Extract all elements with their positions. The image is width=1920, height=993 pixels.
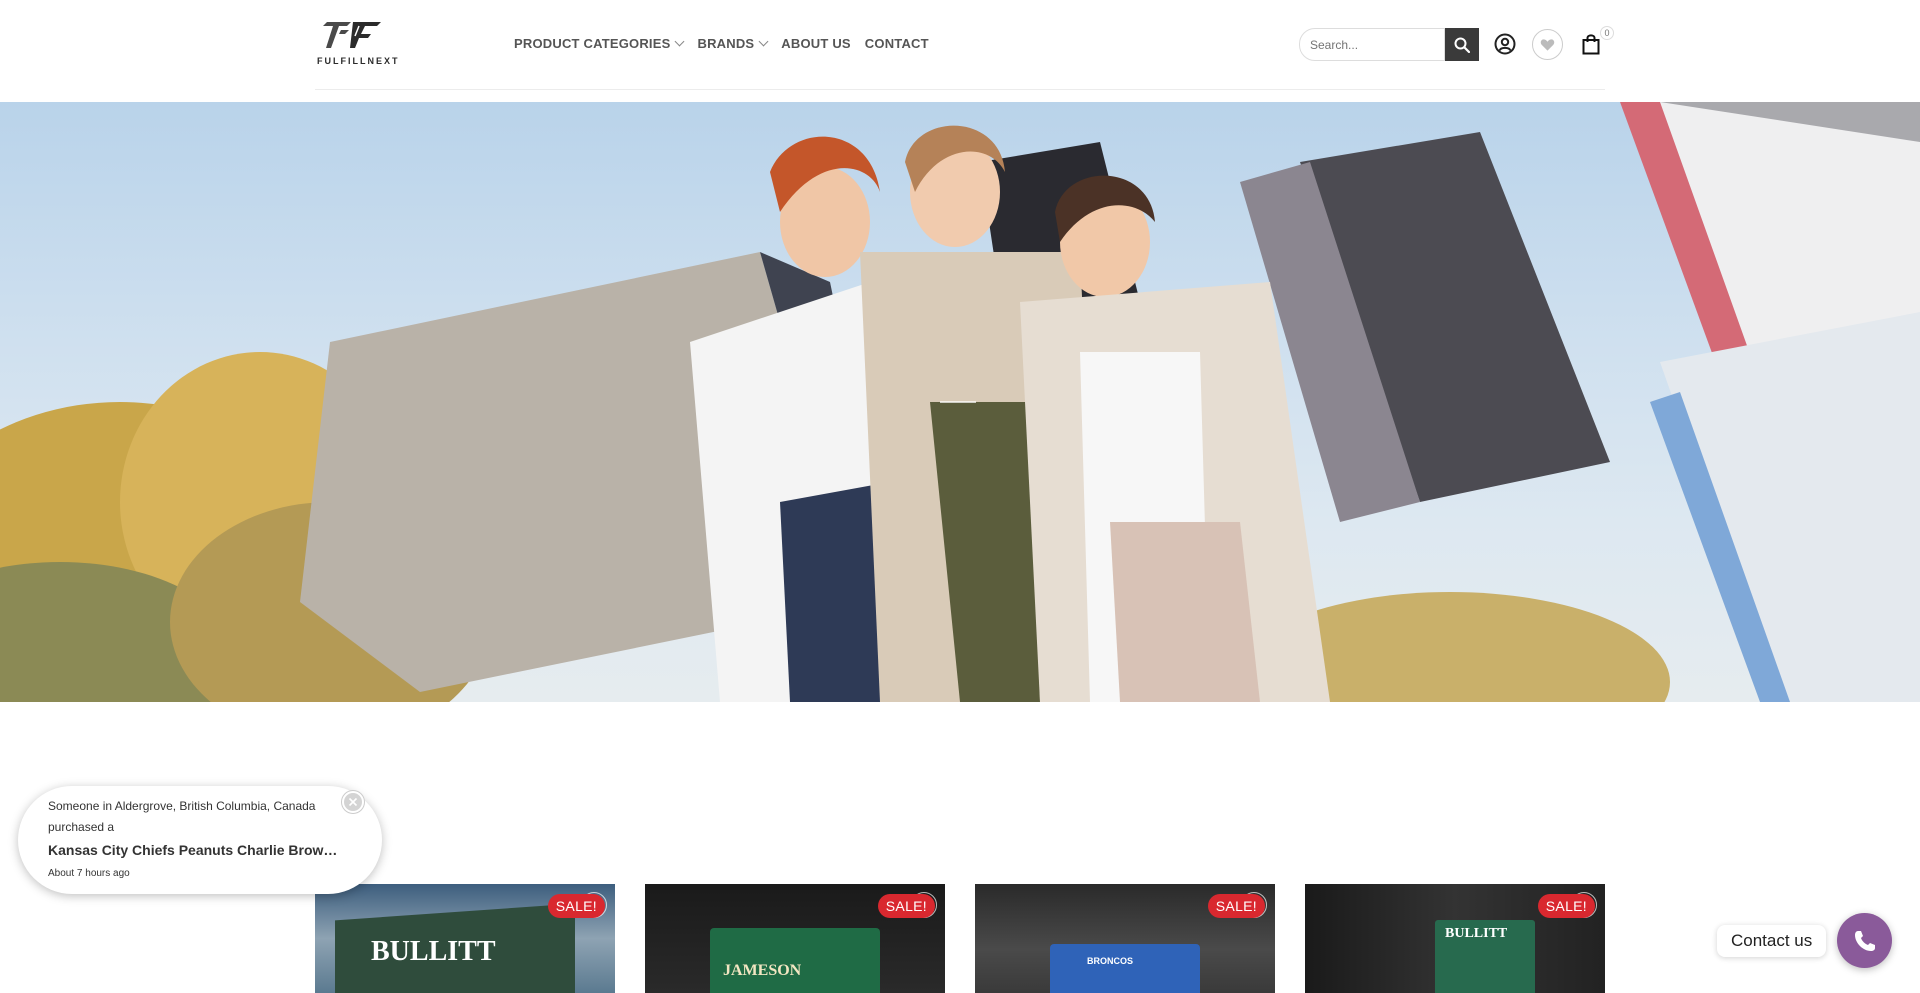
search-icon (1454, 37, 1470, 53)
nav-label: ABOUT US (781, 36, 851, 51)
logo[interactable]: FULFILLNEXT (315, 20, 405, 68)
search-form (1299, 28, 1479, 61)
close-icon (348, 797, 358, 807)
nav-item-brands[interactable]: BRANDS (697, 36, 769, 51)
nav-item-about-us[interactable]: ABOUT US (781, 36, 851, 51)
nav-label: BRANDS (697, 36, 755, 51)
phone-icon (1854, 930, 1875, 951)
nav-item-product-categories[interactable]: PRODUCT CATEGORIES (514, 36, 685, 51)
nav-label: CONTACT (864, 36, 929, 51)
wishlist-button[interactable] (1532, 29, 1563, 60)
recent-purchase-popup[interactable]: Someone in Aldergrove, British Columbia,… (18, 786, 382, 894)
user-icon (1494, 33, 1516, 55)
sale-badge: SALE! (547, 894, 605, 918)
sale-badge: SALE! (1537, 894, 1595, 918)
site-header: FULFILLNEXT PRODUCT CATEGORIES BRANDS AB… (0, 0, 1920, 102)
logo-text: FULFILLNEXT (317, 56, 400, 66)
cart-count-badge: 0 (1600, 26, 1614, 40)
product-brand-text: BULLITT (371, 936, 496, 967)
logo-mark-icon (323, 22, 381, 48)
nav-label: PRODUCT CATEGORIES (514, 36, 671, 51)
heart-icon (1540, 38, 1555, 51)
hero-banner[interactable] (0, 102, 1920, 702)
main-nav: PRODUCT CATEGORIES BRANDS ABOUT US CONTA… (514, 36, 929, 51)
chevron-down-icon (758, 36, 769, 47)
notification-product-name[interactable]: Kansas City Chiefs Peanuts Charlie Brow… (48, 842, 338, 858)
shopping-bag-icon (1582, 34, 1600, 55)
sale-badge: SALE! (877, 894, 935, 918)
account-button[interactable] (1493, 32, 1517, 56)
product-card[interactable]: BRONCOS SALE! (975, 884, 1275, 993)
product-brand-text: BULLITT (1445, 926, 1508, 941)
search-input[interactable] (1299, 28, 1445, 61)
notification-location: Someone in Aldergrove, British Columbia,… (48, 799, 316, 813)
header-inner: FULFILLNEXT PRODUCT CATEGORIES BRANDS AB… (315, 0, 1614, 90)
product-brand-text: BRONCOS (1087, 956, 1134, 966)
product-brand-text: JAMESON (723, 962, 802, 979)
search-button[interactable] (1445, 28, 1479, 61)
cart-button[interactable] (1580, 32, 1602, 56)
chevron-down-icon (675, 36, 685, 47)
sale-badge: SALE! (1207, 894, 1265, 918)
contact-us-button[interactable] (1837, 913, 1892, 968)
slider-indicator[interactable] (940, 401, 976, 403)
product-card[interactable]: JAMESON SALE! (645, 884, 945, 993)
notification-action: purchased a (48, 820, 115, 834)
contact-us-label[interactable]: Contact us (1717, 925, 1827, 957)
product-card[interactable]: BULLITT SALE! (1305, 884, 1605, 993)
nav-item-contact[interactable]: CONTACT (865, 36, 929, 51)
notification-time: About 7 hours ago (48, 868, 130, 879)
product-card[interactable]: BULLITT SALE! (315, 884, 615, 993)
notification-close-button[interactable] (342, 791, 364, 813)
